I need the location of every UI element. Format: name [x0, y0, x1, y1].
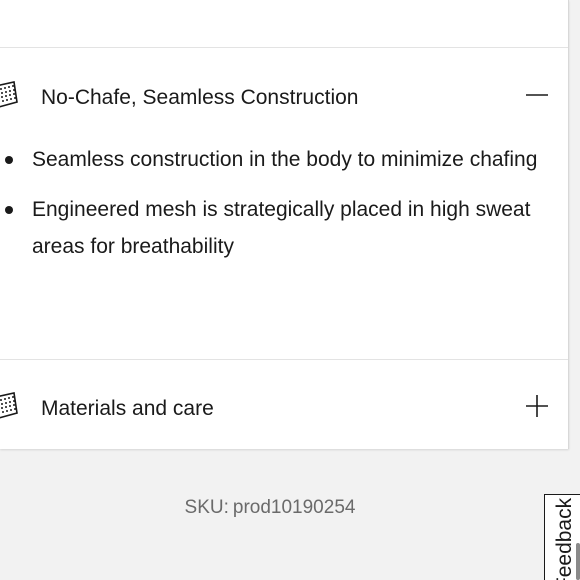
list-item: Engineered mesh is strategically placed … — [0, 191, 540, 265]
page: No-Chafe, Seamless Construction Seamless… — [0, 0, 580, 580]
feedback-label: Feedback — [552, 497, 576, 580]
minus-icon[interactable] — [524, 82, 550, 108]
accordion-header-materials-care[interactable]: Materials and care — [0, 381, 568, 437]
scrollbar-thumb[interactable] — [576, 543, 580, 580]
bullet-text: Seamless construction in the body to min… — [32, 148, 538, 171]
accordion-header-no-chafe[interactable]: No-Chafe, Seamless Construction — [0, 70, 568, 126]
product-details-accordion: No-Chafe, Seamless Construction Seamless… — [0, 0, 569, 449]
list-item: Seamless construction in the body to min… — [0, 141, 540, 178]
accordion-title: No-Chafe, Seamless Construction — [41, 86, 359, 109]
section-divider — [0, 47, 568, 48]
accordion-title: Materials and care — [41, 397, 214, 420]
section-divider — [0, 359, 568, 360]
fabric-swatch-icon — [0, 391, 18, 421]
plus-icon[interactable] — [524, 393, 550, 419]
bullet-text: Engineered mesh is strategically placed … — [32, 198, 531, 258]
sku-text: SKU: prod10190254 — [0, 494, 540, 522]
feedback-button[interactable]: Feedback — [544, 494, 580, 580]
bullet-dot — [5, 156, 13, 164]
bullet-dot — [5, 206, 13, 214]
sku-value: prod10190254 — [232, 497, 356, 518]
feature-bullet-list: Seamless construction in the body to min… — [0, 141, 540, 278]
fabric-swatch-icon — [0, 80, 18, 110]
sku-label: SKU: — [184, 497, 229, 518]
